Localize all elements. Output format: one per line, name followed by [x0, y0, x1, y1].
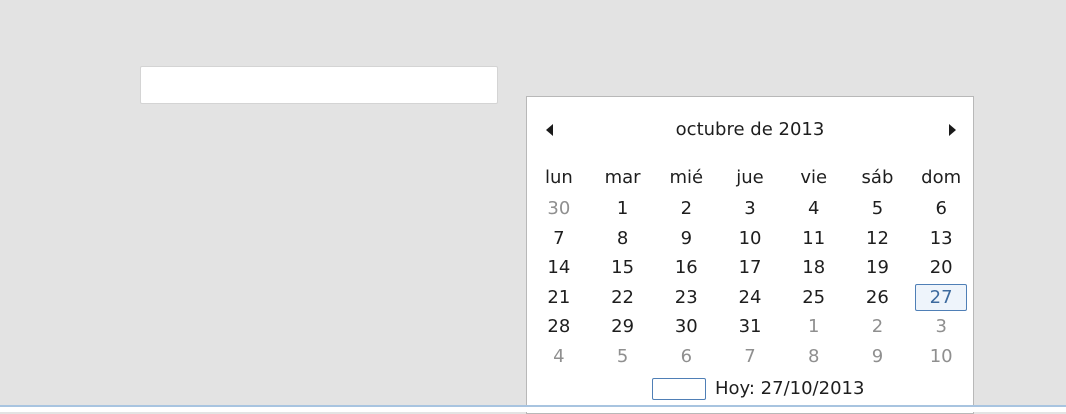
calendar-day[interactable]: 5 — [591, 343, 655, 370]
calendar-day[interactable]: 2 — [846, 313, 910, 340]
weekday-label: mié — [669, 167, 704, 188]
month-title[interactable]: octubre de 2013 — [527, 115, 973, 145]
weekday-label: mar — [604, 167, 641, 188]
calendar-day[interactable]: 8 — [782, 343, 846, 370]
calendar-day[interactable]: 11 — [782, 225, 846, 252]
calendar-day[interactable]: 1 — [782, 313, 846, 340]
calendar-day[interactable]: 6 — [654, 343, 718, 370]
date-input[interactable] — [140, 66, 498, 104]
today-marker-swatch — [652, 378, 706, 400]
calendar-day[interactable]: 7 — [718, 343, 782, 370]
weekday-label: lun — [544, 167, 573, 188]
calendar-day[interactable]: 3 — [909, 313, 973, 340]
weekday-label: vie — [800, 167, 828, 188]
date-picker-calendar: octubre de 2013 lun mar mié jue vie sáb dom 30… — [526, 96, 974, 414]
calendar-day[interactable]: 29 — [591, 313, 655, 340]
calendar-day[interactable]: 24 — [718, 284, 782, 311]
calendar-day[interactable]: 21 — [527, 284, 591, 311]
calendar-week-row: 7 8 9 10 11 12 13 — [527, 225, 973, 255]
weekday-header-row: lun mar mié jue vie sáb dom — [527, 165, 973, 191]
next-month-button[interactable] — [937, 115, 967, 145]
calendar-day[interactable]: 9 — [846, 343, 910, 370]
calendar-day[interactable]: 28 — [527, 313, 591, 340]
calendar-day[interactable]: 4 — [782, 195, 846, 222]
calendar-day[interactable]: 30 — [527, 195, 591, 222]
weekday-label: dom — [921, 167, 962, 188]
calendar-day[interactable]: 5 — [846, 195, 910, 222]
calendar-header: octubre de 2013 — [527, 115, 973, 145]
calendar-footer: Hoy: 27/10/2013 — [527, 375, 973, 405]
calendar-day[interactable]: 26 — [846, 284, 910, 311]
calendar-day[interactable]: 3 — [718, 195, 782, 222]
calendar-week-row: 30 1 2 3 4 5 6 — [527, 195, 973, 225]
previous-month-button[interactable] — [535, 115, 565, 145]
calendar-day-today[interactable]: 27 — [915, 283, 967, 311]
calendar-day[interactable]: 18 — [782, 254, 846, 281]
calendar-week-row: 14 15 16 17 18 19 20 — [527, 254, 973, 284]
today-link[interactable]: Hoy: 27/10/2013 — [715, 375, 864, 403]
calendar-day[interactable]: 7 — [527, 225, 591, 252]
calendar-day[interactable]: 10 — [909, 343, 973, 370]
calendar-day[interactable]: 17 — [718, 254, 782, 281]
calendar-day[interactable]: 19 — [846, 254, 910, 281]
calendar-day[interactable]: 9 — [654, 225, 718, 252]
weekday-label: jue — [736, 167, 764, 188]
calendar-day[interactable]: 31 — [718, 313, 782, 340]
calendar-week-row: 4 5 6 7 8 9 10 — [527, 343, 973, 373]
calendar-day[interactable]: 16 — [654, 254, 718, 281]
calendar-day[interactable]: 30 — [654, 313, 718, 340]
calendar-day[interactable]: 23 — [654, 284, 718, 311]
calendar-day[interactable]: 2 — [654, 195, 718, 222]
calendar-day[interactable]: 4 — [527, 343, 591, 370]
calendar-week-row: 21 22 23 24 25 26 27 — [527, 283, 973, 314]
triangle-left-icon — [546, 124, 553, 136]
window-bottom-edge — [0, 405, 1066, 412]
calendar-day[interactable]: 8 — [591, 225, 655, 252]
calendar-week-row: 28 29 30 31 1 2 3 — [527, 313, 973, 343]
calendar-day-grid: 30 1 2 3 4 5 6 7 8 9 10 11 12 13 14 15 16 17 18 19 20 21 22 23 2… — [527, 195, 973, 372]
calendar-day[interactable]: 14 — [527, 254, 591, 281]
calendar-day[interactable]: 13 — [909, 225, 973, 252]
calendar-day[interactable]: 20 — [909, 254, 973, 281]
weekday-label: sáb — [861, 167, 894, 188]
calendar-day[interactable]: 1 — [591, 195, 655, 222]
calendar-day[interactable]: 6 — [909, 195, 973, 222]
calendar-day[interactable]: 25 — [782, 284, 846, 311]
calendar-day[interactable]: 22 — [591, 284, 655, 311]
calendar-day[interactable]: 10 — [718, 225, 782, 252]
triangle-right-icon — [949, 124, 956, 136]
calendar-day[interactable]: 12 — [846, 225, 910, 252]
calendar-day[interactable]: 15 — [591, 254, 655, 281]
